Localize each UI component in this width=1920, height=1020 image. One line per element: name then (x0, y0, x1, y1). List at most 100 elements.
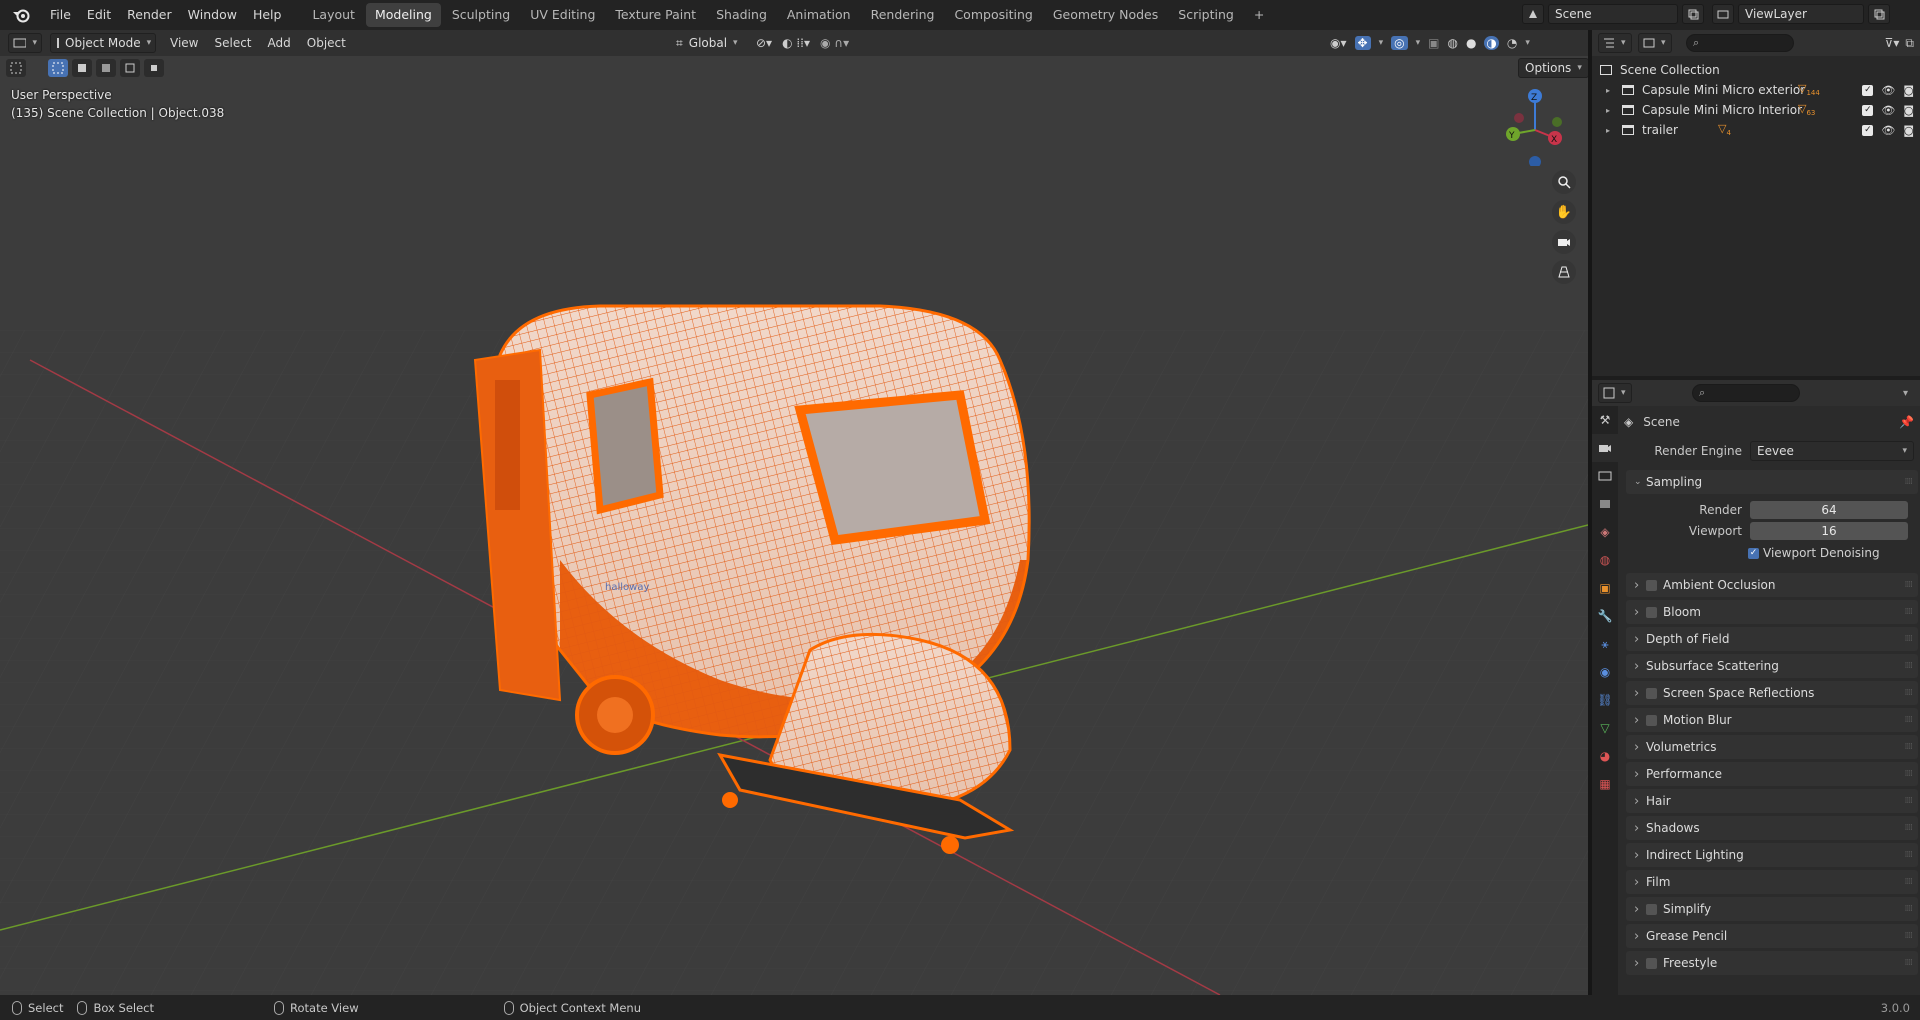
drag-grip-icon[interactable]: ⁞⁞⁞⁞ (1905, 931, 1914, 941)
viewport-menu-object[interactable]: Object (299, 36, 354, 50)
add-workspace-button[interactable]: + (1245, 3, 1273, 27)
constraints-tab-icon[interactable]: ⛓ (1592, 686, 1618, 714)
orientation-dropdown[interactable]: ⌗ Global ▾ (670, 33, 744, 53)
panel-enable-checkbox[interactable] (1646, 903, 1657, 915)
particles-tab-icon[interactable]: ⚹ (1592, 630, 1618, 658)
pivot-icon[interactable]: ⊘▾ (756, 36, 772, 50)
panel-performance[interactable]: › Performance ⁞⁞⁞⁞ (1626, 762, 1918, 786)
solid-shading-icon[interactable]: ● (1466, 36, 1476, 50)
panel-grease-pencil[interactable]: › Grease Pencil ⁞⁞⁞⁞ (1626, 924, 1918, 948)
menu-edit[interactable]: Edit (79, 0, 119, 30)
properties-search-input[interactable]: ⌕ (1692, 384, 1800, 402)
outliner-root[interactable]: Scene Collection (1600, 60, 1920, 80)
drag-grip-icon[interactable]: ⁞⁞⁞⁞ (1905, 904, 1914, 914)
tab-rendering[interactable]: Rendering (862, 3, 944, 27)
drag-grip-icon[interactable]: ⁞⁞⁞⁞ (1905, 688, 1914, 698)
tab-layout[interactable]: Layout (303, 3, 364, 27)
properties-options-icon[interactable]: ▾ (1903, 388, 1908, 399)
tab-compositing[interactable]: Compositing (945, 3, 1041, 27)
panel-motion-blur[interactable]: › Motion Blur ⁞⁞⁞⁞ (1626, 708, 1918, 732)
tab-uv-editing[interactable]: UV Editing (521, 3, 604, 27)
view-layer-tab-icon[interactable] (1592, 490, 1618, 518)
filter-icon[interactable]: ⊽▾ (1885, 36, 1900, 51)
panel-hair[interactable]: › Hair ⁞⁞⁞⁞ (1626, 789, 1918, 813)
tab-scripting[interactable]: Scripting (1169, 3, 1243, 27)
select-tool-icon[interactable] (6, 59, 26, 77)
tab-geometry-nodes[interactable]: Geometry Nodes (1044, 3, 1167, 27)
drag-grip-icon[interactable]: ⁞⁞⁞⁞ (1905, 958, 1914, 968)
outliner-search-input[interactable]: ⌕ (1686, 34, 1794, 52)
expand-arrow-icon[interactable]: ▸ (1606, 126, 1616, 135)
drag-grip-icon[interactable]: ⁞⁞⁞⁞ (1905, 769, 1914, 779)
expand-arrow-icon[interactable]: ▸ (1606, 106, 1616, 115)
drag-grip-icon[interactable]: ⁞⁞⁞⁞ (1905, 823, 1914, 833)
viewport-menu-select[interactable]: Select (206, 36, 259, 50)
drag-grip-icon[interactable]: ⁞⁞⁞⁞ (1905, 877, 1914, 887)
tab-texture-paint[interactable]: Texture Paint (606, 3, 705, 27)
selection-mode-new-icon[interactable] (48, 59, 68, 77)
view-layer-field[interactable]: ViewLayer (1738, 4, 1864, 24)
viewport-menu-view[interactable]: View (162, 36, 206, 50)
viewport-menu-add[interactable]: Add (260, 36, 299, 50)
panel-screen-space-reflections[interactable]: › Screen Space Reflections ⁞⁞⁞⁞ (1626, 681, 1918, 705)
gizmo-toggle-icon[interactable]: ✥ (1354, 36, 1371, 50)
camera-view-icon[interactable] (1552, 230, 1576, 254)
drag-grip-icon[interactable]: ⁞⁞⁞⁞ (1905, 796, 1914, 806)
render-camera-icon[interactable]: ◙ (1903, 124, 1914, 137)
drag-grip-icon[interactable]: ⁞⁞⁞⁞ (1905, 607, 1914, 617)
scene-tab-icon[interactable]: ◈ (1592, 518, 1618, 546)
panel-simplify[interactable]: › Simplify ⁞⁞⁞⁞ (1626, 897, 1918, 921)
proportional-edit-icon[interactable]: ◉ ∩▾ (820, 36, 849, 50)
mode-dropdown[interactable]: Object Mode ▾ (50, 33, 156, 53)
shading-options-icon[interactable]: ▾ (1525, 38, 1530, 48)
panel-enable-checkbox[interactable] (1646, 957, 1657, 969)
visibility-icon[interactable]: ◉▾ (1330, 36, 1347, 50)
pan-hand-icon[interactable]: ✋ (1552, 200, 1576, 224)
wireframe-shading-icon[interactable]: ◍ (1447, 36, 1457, 50)
scene-name-field[interactable]: Scene (1548, 4, 1678, 24)
viewport-samples-field[interactable]: 16 (1750, 522, 1908, 540)
editor-type-icon[interactable]: ▾ (8, 33, 42, 53)
render-engine-dropdown[interactable]: Eevee ▾ (1750, 441, 1914, 461)
exclude-checkbox[interactable]: ✓ (1862, 104, 1874, 116)
menu-help[interactable]: Help (245, 0, 290, 30)
exclude-checkbox[interactable]: ✓ (1862, 124, 1874, 136)
material-shading-icon[interactable]: ◑ (1484, 36, 1499, 50)
expand-arrow-icon[interactable]: ▸ (1606, 86, 1616, 95)
panel-indirect-lighting[interactable]: › Indirect Lighting ⁞⁞⁞⁞ (1626, 843, 1918, 867)
modifier-tab-icon[interactable]: 🔧 (1592, 602, 1618, 630)
panel-depth-of-field[interactable]: › Depth of Field ⁞⁞⁞⁞ (1626, 627, 1918, 651)
pin-icon[interactable]: 📌 (1899, 415, 1914, 429)
render-tab-icon[interactable] (1592, 434, 1618, 462)
world-tab-icon[interactable]: ◍ (1592, 546, 1618, 574)
3d-viewport[interactable]: halloway Options ▾ User Perspective (135)… (0, 56, 1588, 995)
data-tab-icon[interactable]: ▽ (1592, 714, 1618, 742)
selection-mode-intersect-icon[interactable] (144, 59, 164, 77)
viewport-denoising-checkbox[interactable]: ✓ Viewport Denoising (1748, 546, 1880, 560)
panel-enable-checkbox[interactable] (1646, 606, 1657, 618)
outliner-item[interactable]: ▸ Capsule Mini Micro exterior ▽144 ✓ 👁 ◙ (1600, 80, 1920, 100)
view-layer-browse-icon[interactable] (1712, 4, 1734, 24)
scene-copy-icon[interactable] (1682, 4, 1704, 24)
xray-toggle-icon[interactable]: ▣ (1428, 36, 1439, 50)
properties-editor-type-icon[interactable]: ▾ (1598, 383, 1632, 403)
exclude-checkbox[interactable]: ✓ (1862, 84, 1874, 96)
panel-freestyle[interactable]: › Freestyle ⁞⁞⁞⁞ (1626, 951, 1918, 975)
rendered-shading-icon[interactable]: ◔ (1507, 36, 1517, 50)
object-tab-icon[interactable]: ▣ (1592, 574, 1618, 602)
outliner-editor-type-icon[interactable]: ▾ (1598, 33, 1632, 53)
drag-grip-icon[interactable]: ⁞⁞⁞⁞ (1905, 634, 1914, 644)
tab-modeling[interactable]: Modeling (365, 3, 441, 27)
scene-browse-icon[interactable] (1522, 4, 1544, 24)
eye-icon[interactable]: 👁 (1881, 84, 1895, 97)
outliner-item[interactable]: ▸ trailer ▽4 ✓ 👁 ◙ (1600, 120, 1920, 140)
drag-grip-icon[interactable]: ⁞⁞⁞⁞ (1905, 742, 1914, 752)
eye-icon[interactable]: 👁 (1881, 104, 1895, 117)
panel-sampling[interactable]: ⌄ Sampling ⁞⁞⁞⁞ (1626, 470, 1918, 494)
tab-animation[interactable]: Animation (778, 3, 860, 27)
navigation-gizmo[interactable]: Z X Y (1495, 86, 1575, 166)
tab-sculpting[interactable]: Sculpting (443, 3, 519, 27)
render-camera-icon[interactable]: ◙ (1903, 104, 1914, 117)
tool-tab-icon[interactable]: ⚒ (1592, 406, 1618, 434)
drag-grip-icon[interactable]: ⁞⁞⁞⁞ (1905, 850, 1914, 860)
